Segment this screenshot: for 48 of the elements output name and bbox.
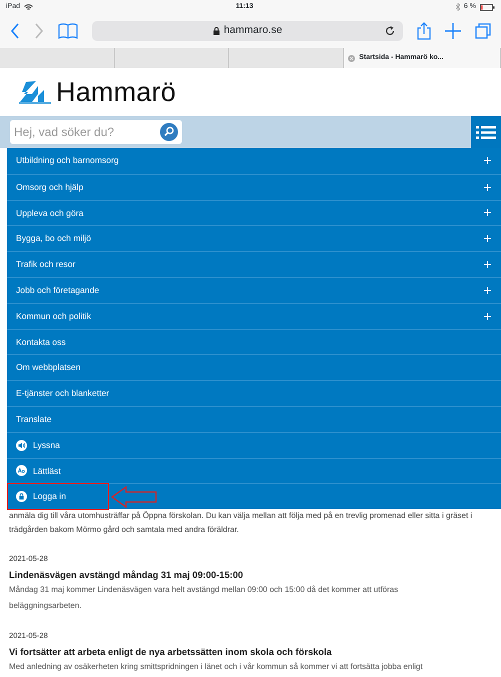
expand-icon[interactable] [484,235,491,242]
menu-item[interactable]: E-tjänster och blanketter [16,387,110,400]
news-title[interactable]: Lindenäsvägen avstängd måndag 31 maj 09:00-15:00 [9,569,487,582]
plus-icon[interactable] [445,23,461,39]
back-icon[interactable] [10,23,20,39]
expand-icon[interactable] [484,157,491,164]
menu-item[interactable]: Trafik och resor [16,258,76,272]
search-icon[interactable] [160,123,178,141]
search-field[interactable]: Hej, vad söker du? [10,120,182,144]
expand-icon[interactable] [484,184,491,191]
menu-item[interactable]: Logga in [33,490,66,504]
news-title[interactable]: Vi fortsätter att arbeta enligt de nya arbetssätten inom skola och förskola [9,646,487,660]
menu-button[interactable] [471,116,501,148]
paragraph-text: anmäla dig till våra utomhusträffar på Öppna förskolan. Du kan välja mellan att följa med på en trevlig promenad eller sitta i gräset i trädgården bakom Mörmo gård och samtala med andra föräldrar. [9,510,474,536]
arrow-drawing [111,486,157,508]
address-bar[interactable]: hammaro.se [92,21,403,41]
menu-item[interactable]: Jobb och företagande [16,284,100,297]
menu-icon [476,124,496,140]
battery-icon [480,4,495,10]
logo-icon [18,80,52,104]
menu-item[interactable]: Bygga, bo och miljö [16,232,91,246]
address-text: hammaro.se [224,23,282,38]
lock-icon [212,27,220,35]
menu-item[interactable]: Uppleva och göra [16,206,84,220]
logo-text: Hammarö [56,76,176,109]
menu-item[interactable]: Kommun och politik [16,310,91,323]
share-icon[interactable] [417,22,431,40]
menu-item[interactable]: Om webbplatsen [16,361,80,374]
menu-item[interactable]: Omsorg och hjälp [16,180,84,194]
menu-item[interactable]: Kontakta oss [16,336,66,348]
expand-icon[interactable] [484,312,491,320]
speaker-icon [16,440,27,451]
news-text: Måndag 31 maj kommer Lindenäsvägen vara helt avstängd mellan 09:00 och 15:00 då det kommer att utföras beläggningsarbeten. [9,584,400,612]
wifi-icon [24,4,34,10]
menu-item[interactable]: Lättläst [33,464,61,478]
menu-item[interactable]: Lyssna [33,438,60,452]
bluetooth-icon [456,3,460,11]
expand-icon[interactable] [484,261,491,268]
book-icon[interactable] [58,23,78,39]
expand-icon[interactable] [484,209,491,216]
menu-item[interactable]: Utbildning och barnomsorg [16,154,119,168]
menu-item[interactable]: Translate [16,412,52,426]
expand-icon[interactable] [484,286,491,294]
text-size-icon [16,465,27,476]
lock-icon [16,491,27,502]
reload-icon[interactable] [385,26,395,36]
tabs-icon[interactable] [475,23,491,39]
news-text: Med anledning av osäkerheten kring smittspridningen i länet och i vår kommun så kommer vi att fortsätta jobba enligt [9,661,424,674]
